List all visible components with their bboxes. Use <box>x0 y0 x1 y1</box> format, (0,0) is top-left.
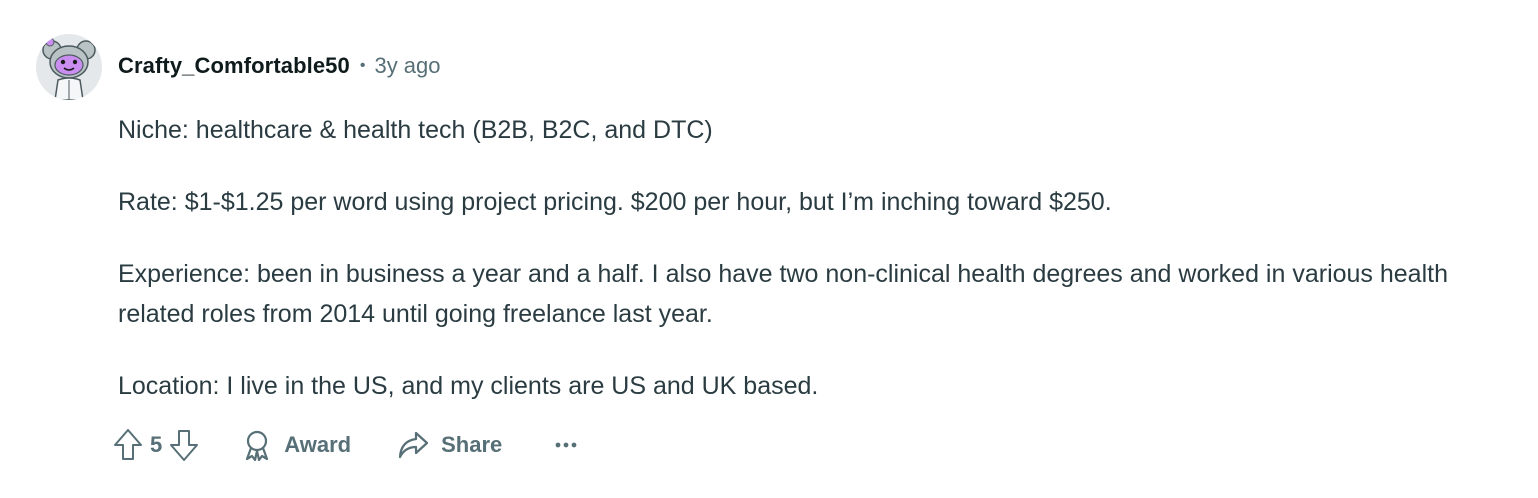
comment-action-bar: 5 Award Share <box>108 422 586 468</box>
more-options-button[interactable] <box>546 422 586 468</box>
more-dots-icon <box>555 442 577 448</box>
share-label: Share <box>441 432 503 457</box>
downvote-arrow-icon <box>170 430 199 461</box>
award-label: Award <box>284 432 352 457</box>
downvote-button[interactable] <box>164 422 204 468</box>
timestamp[interactable]: 3y ago <box>374 53 440 79</box>
upvote-button[interactable] <box>108 422 148 468</box>
comment-paragraph: Experience: been in business a year and … <box>118 260 1448 328</box>
share-button[interactable]: Share <box>385 422 514 468</box>
comment-body: Niche: healthcare & health tech (B2B, B2… <box>118 110 1498 438</box>
comment-paragraph: Rate: $1-$1.25 per word using project pr… <box>118 188 1112 216</box>
username-link[interactable]: Crafty_Comfortable50 <box>118 53 350 79</box>
meta-separator: • <box>359 57 366 74</box>
award-ribbon-icon <box>246 430 269 461</box>
vote-score: 5 <box>150 432 163 457</box>
snoo-avatar-icon <box>36 34 102 100</box>
comment: Crafty_Comfortable50 • 3y ago Niche: hea… <box>0 0 1538 498</box>
comment-header: Crafty_Comfortable50 • 3y ago <box>118 50 441 82</box>
avatar[interactable] <box>36 34 102 100</box>
comment-paragraph: Location: I live in the US, and my clien… <box>118 372 819 400</box>
upvote-arrow-icon <box>114 429 142 460</box>
award-button[interactable]: Award <box>230 422 363 468</box>
share-arrow-icon <box>398 431 429 459</box>
comment-paragraph: Niche: healthcare & health tech (B2B, B2… <box>118 116 713 144</box>
